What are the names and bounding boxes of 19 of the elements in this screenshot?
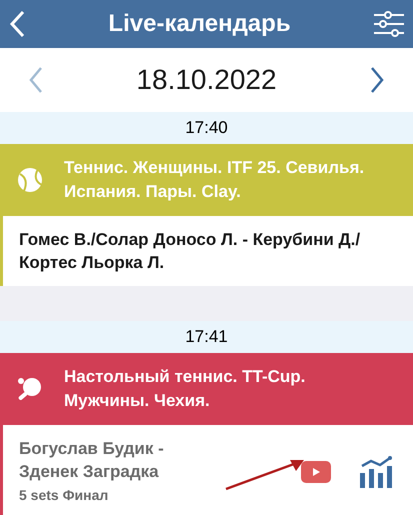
match-row[interactable]: Гомес В./Солар Доносо Л. - Керубини Д./ Кортес Льорка Л. [0, 216, 413, 286]
tournament-header[interactable]: Настольный теннис. TT-Cup. Мужчины. Чехия. [0, 353, 413, 425]
tournament-title: Теннис. Женщины. ITF 25. Севилья. Испания. Пары. Clay. [64, 157, 366, 203]
screen-title: Live-календарь [108, 9, 291, 39]
time-header: 17:40 [0, 112, 413, 144]
time-header: 17:41 [0, 321, 413, 353]
match-players: Богуслав Будик - Зденек Заградка [19, 438, 165, 483]
next-day-icon[interactable] [368, 66, 385, 94]
statistics-chart-icon[interactable] [359, 456, 393, 488]
match-row[interactable]: Богуслав Будик - Зденек Заградка 5 sets Финал [0, 425, 413, 515]
video-icon[interactable] [301, 460, 331, 482]
tournament-title: Настольный теннис. TT-Cup. Мужчины. Чехия. [64, 366, 306, 412]
ping-pong-paddle-icon [16, 375, 44, 403]
tennis-ball-icon [16, 166, 44, 194]
match-players: Гомес В./Солар Доносо Л. - Керубини Д./ Кортес Льорка Л. [19, 229, 362, 274]
match-info: 5 sets Финал [19, 486, 110, 505]
date-label: 18.10.2022 [136, 63, 277, 97]
settings-icon[interactable] [373, 10, 405, 38]
back-icon[interactable] [8, 9, 26, 39]
